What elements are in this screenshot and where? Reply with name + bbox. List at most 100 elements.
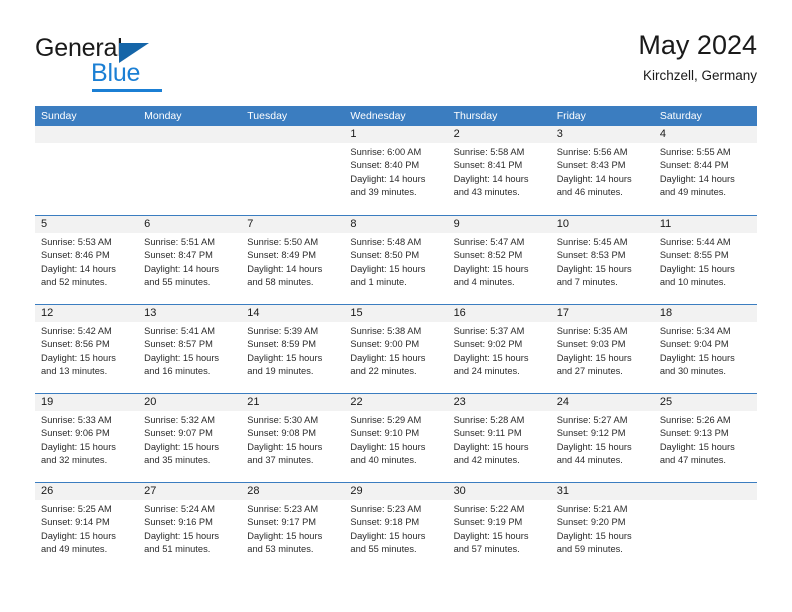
sunset-text: Sunset: 9:17 PM	[247, 517, 317, 528]
day-details: Sunrise: 5:23 AM Sunset: 9:17 PM Daylight:…	[241, 500, 344, 557]
sunset-text: Sunset: 8:47 PM	[144, 250, 213, 261]
calendar-day-cell[interactable]: 13 Sunrise: 5:41 AM Sunset: 8:57 PM Dayligh…	[138, 305, 242, 393]
title-block: May 2024 Kirchzell, Germany	[638, 28, 757, 87]
day-number	[653, 483, 757, 500]
day-number: 1	[344, 126, 448, 143]
sunset-text: Sunset: 8:49 PM	[247, 250, 317, 261]
calendar-day-cell[interactable]: 26 Sunrise: 5:25 AM Sunset: 9:14 PM Dayligh…	[35, 483, 139, 571]
calendar-day-cell[interactable]: 17 Sunrise: 5:35 AM Sunset: 9:03 PM Dayligh…	[550, 305, 654, 393]
calendar-day-cell[interactable]: 28 Sunrise: 5:23 AM Sunset: 9:17 PM Dayligh…	[241, 483, 345, 571]
day-details: Sunrise: 5:21 AM Sunset: 9:20 PM Daylight:…	[551, 500, 654, 557]
daylight-text: Daylight: 14 hours and 55 minutes.	[144, 263, 220, 288]
calendar-day-cell[interactable]: 11 Sunrise: 5:44 AM Sunset: 8:55 PM Dayligh…	[653, 216, 757, 304]
sunset-text: Sunset: 9:13 PM	[659, 428, 729, 439]
calendar-day-cell[interactable]: 1 Sunrise: 6:00 AM Sunset: 8:40 PM Daylight…	[344, 126, 448, 215]
calendar-day-cell[interactable]: 3 Sunrise: 5:56 AM Sunset: 8:43 PM Daylight…	[550, 126, 654, 215]
sunset-text: Sunset: 8:41 PM	[453, 160, 523, 171]
calendar-day-cell[interactable]: 12 Sunrise: 5:42 AM Sunset: 8:56 PM Dayligh…	[35, 305, 139, 393]
sunset-text: Sunset: 9:12 PM	[556, 428, 626, 439]
calendar-day-empty	[35, 126, 139, 215]
calendar-day-cell[interactable]: 20 Sunrise: 5:32 AM Sunset: 9:07 PM Dayligh…	[138, 394, 242, 482]
day-number: 8	[344, 216, 448, 233]
sunset-text: Sunset: 9:07 PM	[144, 428, 213, 439]
day-details: Sunrise: 5:34 AM Sunset: 9:04 PM Daylight:…	[654, 322, 757, 379]
calendar-day-cell[interactable]: 25 Sunrise: 5:26 AM Sunset: 9:13 PM Dayligh…	[653, 394, 757, 482]
day-details: Sunrise: 5:38 AM Sunset: 9:00 PM Daylight:…	[344, 322, 447, 379]
sunrise-text: Sunrise: 5:56 AM	[556, 147, 628, 157]
sunset-text: Sunset: 9:20 PM	[556, 517, 626, 528]
daylight-text: Daylight: 15 hours and 13 minutes.	[41, 352, 116, 377]
calendar-day-empty	[653, 483, 757, 571]
day-number: 12	[35, 305, 139, 322]
calendar-day-cell[interactable]: 16 Sunrise: 5:37 AM Sunset: 9:02 PM Dayligh…	[447, 305, 551, 393]
day-number	[35, 126, 139, 143]
calendar-day-cell[interactable]: 30 Sunrise: 5:22 AM Sunset: 9:19 PM Dayligh…	[447, 483, 551, 571]
daylight-text: Daylight: 14 hours and 46 minutes.	[556, 173, 632, 198]
daylight-text: Daylight: 15 hours and 49 minutes.	[41, 530, 116, 555]
calendar-day-cell[interactable]: 27 Sunrise: 5:24 AM Sunset: 9:16 PM Dayligh…	[138, 483, 242, 571]
brand-name-blue: Blue	[91, 59, 141, 87]
day-number: 6	[138, 216, 242, 233]
calendar-day-cell[interactable]: 6 Sunrise: 5:51 AM Sunset: 8:47 PM Daylight…	[138, 216, 242, 304]
sunrise-text: Sunrise: 5:34 AM	[659, 326, 731, 336]
calendar-page: General Blue May 2024 Kirchzell, Germany…	[0, 0, 792, 612]
sunset-text: Sunset: 8:43 PM	[556, 160, 626, 171]
day-number: 14	[241, 305, 345, 322]
daylight-text: Daylight: 15 hours and 7 minutes.	[556, 263, 632, 288]
calendar-day-cell[interactable]: 29 Sunrise: 5:23 AM Sunset: 9:18 PM Dayligh…	[344, 483, 448, 571]
calendar-day-cell[interactable]: 19 Sunrise: 5:33 AM Sunset: 9:06 PM Dayligh…	[35, 394, 139, 482]
daylight-text: Daylight: 15 hours and 19 minutes.	[247, 352, 323, 377]
daylight-text: Daylight: 15 hours and 1 minute.	[350, 263, 426, 288]
sunrise-text: Sunrise: 5:22 AM	[453, 504, 525, 514]
calendar-day-cell[interactable]: 8 Sunrise: 5:48 AM Sunset: 8:50 PM Daylight…	[344, 216, 448, 304]
weekday-monday: Monday	[144, 110, 182, 122]
calendar-day-cell[interactable]: 9 Sunrise: 5:47 AM Sunset: 8:52 PM Daylight…	[447, 216, 551, 304]
sunrise-text: Sunrise: 5:48 AM	[350, 237, 422, 247]
sunset-text: Sunset: 8:46 PM	[41, 250, 110, 261]
daylight-text: Daylight: 15 hours and 57 minutes.	[453, 530, 529, 555]
sunrise-text: Sunrise: 5:44 AM	[659, 237, 731, 247]
day-number: 20	[138, 394, 242, 411]
calendar-day-cell[interactable]: 21 Sunrise: 5:30 AM Sunset: 9:08 PM Dayligh…	[241, 394, 345, 482]
calendar-day-cell[interactable]: 23 Sunrise: 5:28 AM Sunset: 9:11 PM Dayligh…	[447, 394, 551, 482]
calendar-grid: Sunday Monday Tuesday Wednesday Thursday…	[35, 106, 757, 571]
calendar-day-cell[interactable]: 22 Sunrise: 5:29 AM Sunset: 9:10 PM Dayligh…	[344, 394, 448, 482]
daylight-text: Daylight: 15 hours and 44 minutes.	[556, 441, 632, 466]
sunset-text: Sunset: 9:04 PM	[659, 339, 729, 350]
calendar-day-cell[interactable]: 15 Sunrise: 5:38 AM Sunset: 9:00 PM Dayligh…	[344, 305, 448, 393]
sunset-text: Sunset: 9:14 PM	[41, 517, 110, 528]
calendar-day-cell[interactable]: 24 Sunrise: 5:27 AM Sunset: 9:12 PM Dayligh…	[550, 394, 654, 482]
day-details: Sunrise: 5:26 AM Sunset: 9:13 PM Daylight:…	[654, 411, 757, 468]
day-details: Sunrise: 5:28 AM Sunset: 9:11 PM Daylight:…	[448, 411, 551, 468]
day-details: Sunrise: 5:24 AM Sunset: 9:16 PM Daylight:…	[138, 500, 241, 557]
sunset-text: Sunset: 9:00 PM	[350, 339, 420, 350]
day-details: Sunrise: 5:32 AM Sunset: 9:07 PM Daylight:…	[138, 411, 241, 468]
calendar-day-cell[interactable]: 31 Sunrise: 5:21 AM Sunset: 9:20 PM Dayligh…	[550, 483, 654, 571]
sunrise-text: Sunrise: 5:30 AM	[247, 415, 319, 425]
calendar-day-cell[interactable]: 5 Sunrise: 5:53 AM Sunset: 8:46 PM Daylight…	[35, 216, 139, 304]
day-details: Sunrise: 5:35 AM Sunset: 9:03 PM Daylight:…	[551, 322, 654, 379]
sunrise-text: Sunrise: 5:50 AM	[247, 237, 319, 247]
calendar-day-cell[interactable]: 7 Sunrise: 5:50 AM Sunset: 8:49 PM Daylight…	[241, 216, 345, 304]
sunset-text: Sunset: 9:10 PM	[350, 428, 420, 439]
daylight-text: Daylight: 15 hours and 47 minutes.	[659, 441, 735, 466]
day-number: 23	[447, 394, 551, 411]
calendar-day-cell[interactable]: 14 Sunrise: 5:39 AM Sunset: 8:59 PM Dayligh…	[241, 305, 345, 393]
day-details: Sunrise: 5:37 AM Sunset: 9:02 PM Daylight:…	[448, 322, 551, 379]
calendar-week-row: 26 Sunrise: 5:25 AM Sunset: 9:14 PM Dayligh…	[35, 482, 757, 571]
sunrise-text: Sunrise: 5:39 AM	[247, 326, 319, 336]
calendar-day-cell[interactable]: 10 Sunrise: 5:45 AM Sunset: 8:53 PM Dayligh…	[550, 216, 654, 304]
sunrise-text: Sunrise: 5:29 AM	[350, 415, 422, 425]
calendar-day-cell[interactable]: 4 Sunrise: 5:55 AM Sunset: 8:44 PM Daylight…	[653, 126, 757, 215]
sunset-text: Sunset: 8:40 PM	[350, 160, 420, 171]
daylight-text: Daylight: 14 hours and 39 minutes.	[350, 173, 426, 198]
day-number: 29	[344, 483, 448, 500]
day-number: 7	[241, 216, 345, 233]
daylight-text: Daylight: 15 hours and 22 minutes.	[350, 352, 426, 377]
day-details: Sunrise: 5:56 AM Sunset: 8:43 PM Daylight:…	[551, 143, 654, 200]
sunset-text: Sunset: 9:18 PM	[350, 517, 420, 528]
sunrise-text: Sunrise: 5:27 AM	[556, 415, 628, 425]
daylight-text: Daylight: 15 hours and 55 minutes.	[350, 530, 426, 555]
calendar-day-cell[interactable]: 2 Sunrise: 5:58 AM Sunset: 8:41 PM Daylight…	[447, 126, 551, 215]
calendar-day-cell[interactable]: 18 Sunrise: 5:34 AM Sunset: 9:04 PM Dayligh…	[653, 305, 757, 393]
